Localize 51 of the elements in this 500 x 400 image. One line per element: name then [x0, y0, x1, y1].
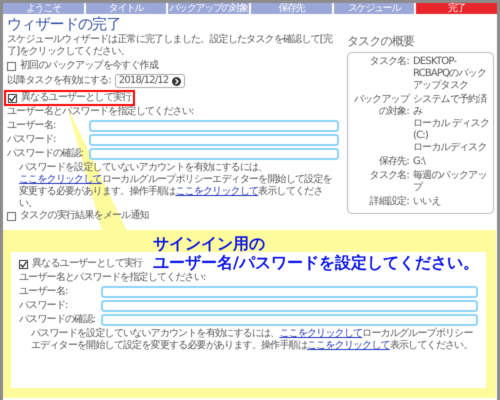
summary-value: ローカルディスク: [413, 142, 488, 154]
summary-value: いいえ: [413, 196, 441, 208]
field-label: パスワード:: [7, 134, 57, 146]
summary-label: タスク名:: [368, 56, 409, 69]
summary-label: バックアップの対象:: [352, 94, 409, 119]
summary-label: タスク名:: [368, 170, 409, 183]
summary-value: ローカル ディスク (C:): [413, 118, 490, 142]
arrow-icon: [172, 76, 182, 86]
intro-text: スケジュールウィザードは正常に完了しました。設定したタスクを確認して[完了]をクリックしてください。: [7, 34, 334, 58]
summary-title: タスクの概要: [347, 34, 416, 49]
checkbox-label: 異なるユーザーとして実行: [32, 258, 142, 270]
field-label: パスワード:: [19, 300, 69, 312]
input-field[interactable]: [89, 120, 339, 132]
checkbox-label: 異なるユーザーとして実行: [21, 92, 132, 104]
date-label: 以降タスクを有効にする:: [7, 75, 111, 87]
checkbox[interactable]: [7, 62, 16, 70]
summary-value: システムで予約済み: [413, 94, 488, 118]
link[interactable]: ここをクリックして: [307, 340, 390, 351]
input-field[interactable]: [89, 148, 339, 160]
wizard-tab[interactable]: タイトル: [86, 3, 166, 14]
hint-text: ユーザー名とパスワードを指定してください:: [7, 106, 195, 118]
field-label: パスワードの確認:: [19, 314, 96, 326]
checkbox-label: 初回のバックアップを今すぐ作成: [20, 60, 158, 72]
summary-value: 毎週のバックアップ: [413, 170, 488, 194]
input-field[interactable]: [101, 286, 478, 298]
date-field[interactable]: 2018/12/12: [114, 74, 186, 88]
checkbox[interactable]: [19, 260, 28, 268]
wizard-tab[interactable]: 完了: [416, 3, 498, 14]
wizard-tab[interactable]: バックアップの対象: [168, 3, 250, 14]
input-field[interactable]: [101, 314, 478, 326]
link[interactable]: ここをクリックして: [279, 328, 362, 339]
wizard-title: ウィザードの完了: [7, 15, 122, 33]
hint-text: ユーザー名とパスワードを指定してください:: [19, 272, 207, 284]
field-label: パスワードの確認:: [7, 148, 84, 160]
wizard-tab[interactable]: ようこそ: [3, 3, 84, 14]
link[interactable]: ここをクリックして: [19, 174, 102, 185]
checkbox[interactable]: [8, 94, 17, 102]
wizard-tab[interactable]: スケジュール: [334, 3, 414, 14]
checkbox[interactable]: [7, 212, 16, 220]
link[interactable]: ここをクリックして: [175, 186, 258, 197]
field-label: ユーザー名:: [7, 120, 57, 132]
summary-label: 保存先:: [378, 156, 409, 168]
note-text: パスワードを設定していないアカウントを有効にするには、ここをクリックしてローカルグループポリシーエディターを開始して設定を変更する必要があります。操作手順はここをクリックして表示してください。: [30, 328, 474, 352]
input-field[interactable]: [101, 300, 478, 312]
summary-value: DESKTOP-RCBAPQのバックアップタスク: [413, 56, 488, 92]
summary-label: 詳細設定:: [368, 196, 409, 208]
input-field[interactable]: [89, 134, 339, 146]
wizard-tab[interactable]: 保存先: [251, 3, 332, 14]
field-label: ユーザー名:: [19, 286, 69, 298]
callout-text: サインイン用の ユーザー名/パスワードを設定してください。: [153, 234, 479, 272]
summary-value: G:\: [413, 156, 426, 168]
